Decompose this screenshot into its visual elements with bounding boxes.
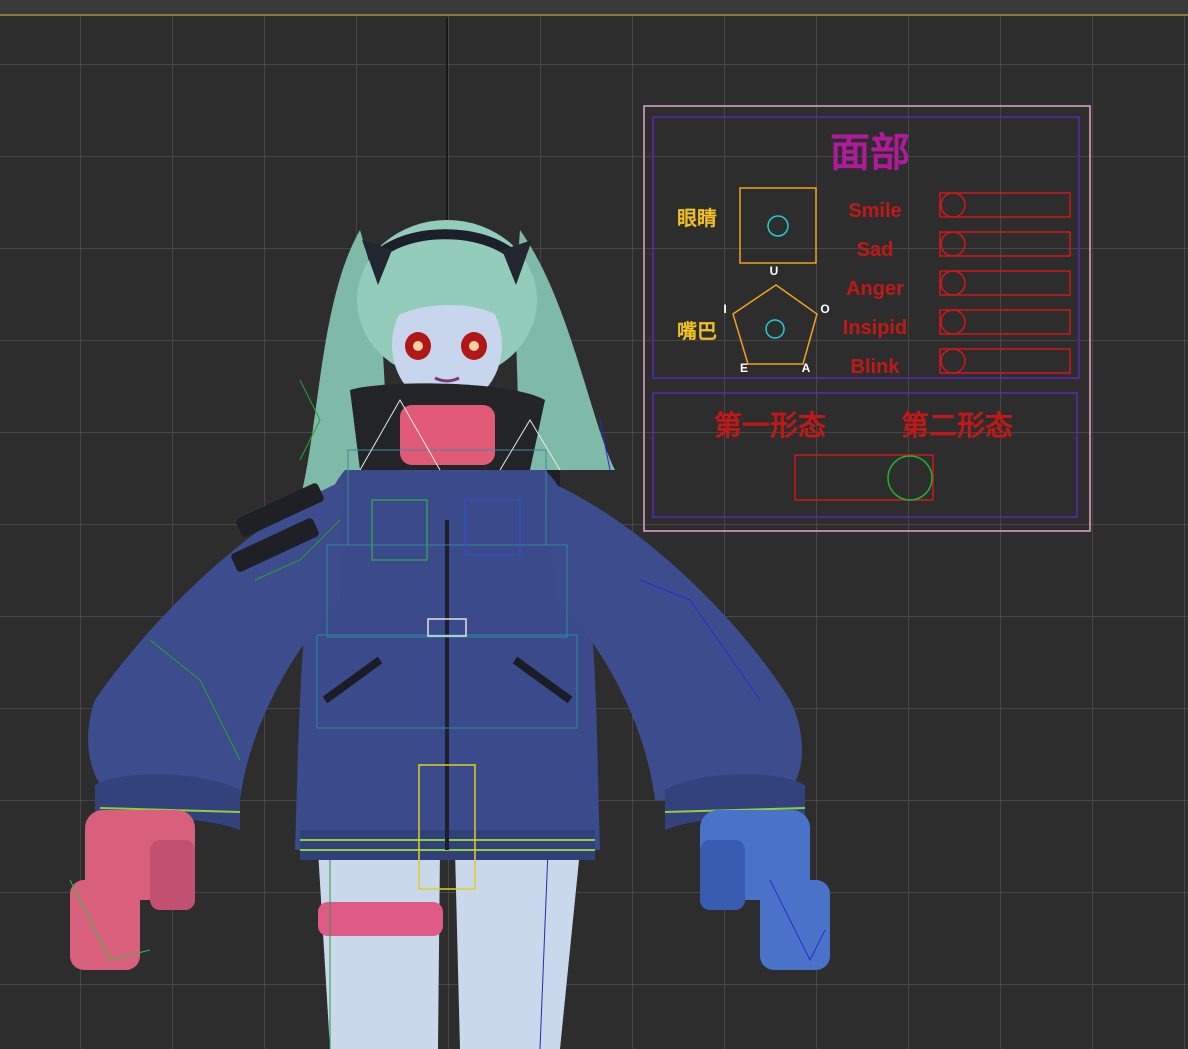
eye-control-box <box>739 187 817 264</box>
expression-label-blink: Blink <box>851 356 901 378</box>
expression-label-insipid: Insipid <box>843 317 907 339</box>
vowel-u-label: U <box>770 264 779 278</box>
expression-sliders: Smile Sad Anger Insipid Blink <box>843 192 1071 378</box>
eyes-label: 眼睛 <box>677 206 717 230</box>
expression-label-anger: Anger <box>846 278 904 300</box>
expression-slider-track-anger <box>939 270 1071 296</box>
mouth-control-handle[interactable] <box>765 319 785 339</box>
expression-slider-knob-anger[interactable] <box>940 270 966 296</box>
form-two-label: 第二形态 <box>901 409 1013 441</box>
expression-slider-track-insipid <box>939 309 1071 335</box>
face-control-panel[interactable]: 面部 眼睛 嘴巴 U I O E A Smile Sad Anger Insip… <box>0 0 1188 1049</box>
expression-label-sad: Sad <box>857 239 894 261</box>
vowel-i-label: I <box>723 302 726 316</box>
expression-slider-knob-insipid[interactable] <box>940 309 966 335</box>
form-switch-knob[interactable] <box>887 455 933 501</box>
vowel-a-label: A <box>802 361 811 375</box>
eye-control-handle[interactable] <box>767 215 789 237</box>
form-switch-track <box>794 454 934 501</box>
panel-title: 面部 <box>830 131 910 175</box>
mouth-label: 嘴巴 <box>677 320 717 343</box>
vowel-o-label: O <box>820 302 829 316</box>
3d-viewport[interactable]: 面部 眼睛 嘴巴 U I O E A Smile Sad Anger Insip… <box>0 0 1188 1049</box>
expression-slider-track-blink <box>939 348 1071 374</box>
expression-slider-knob-smile[interactable] <box>940 192 966 218</box>
expression-slider-knob-sad[interactable] <box>940 231 966 257</box>
vowel-e-label: E <box>740 361 748 375</box>
form-one-label: 第一形态 <box>714 409 826 441</box>
mouth-control-pentagon <box>732 284 818 365</box>
expression-slider-knob-blink[interactable] <box>940 348 966 374</box>
expression-slider-track-smile <box>939 192 1071 218</box>
expression-label-smile: Smile <box>848 200 901 222</box>
expression-slider-track-sad <box>939 231 1071 257</box>
